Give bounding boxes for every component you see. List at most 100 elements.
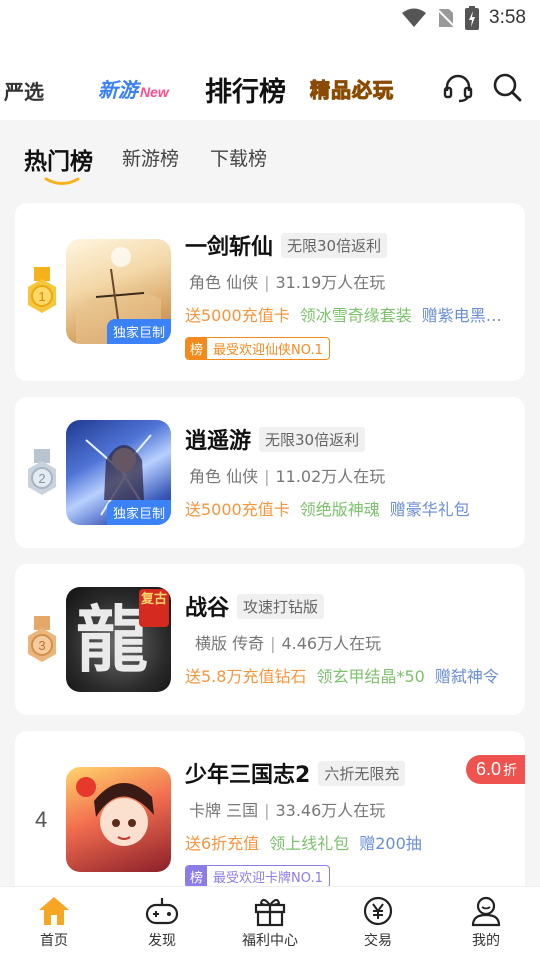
honor-text: 最受欢迎卡牌NO.1: [213, 871, 323, 886]
game-meta: 角色 仙侠 | 11.02万人在玩: [189, 463, 385, 487]
nav-xinyou[interactable]: 新游 New: [98, 74, 169, 103]
wifi-icon: [402, 8, 427, 27]
active-tab-indicator: [44, 177, 80, 185]
game-genre: 角色 仙侠: [189, 467, 259, 486]
perk-2: 领绝版神魂: [299, 500, 380, 519]
honor-key: 榜: [186, 338, 208, 359]
ranking-subtabs: 热门榜 新游榜 下载榜: [0, 120, 540, 200]
game-title-text: 一剑斩仙: [185, 235, 274, 260]
user-icon: [471, 896, 501, 927]
bottom-nav-profile[interactable]: 我的: [441, 895, 531, 950]
bottom-nav-label: 发现: [148, 933, 176, 949]
game-title: 少年三国志2 六折无限充: [185, 757, 406, 789]
perk-1: 送5000充值卡: [185, 306, 290, 325]
perk-1: 送5000充值卡: [185, 500, 290, 519]
game-players: 31.19万人在玩: [275, 273, 386, 292]
game-tag: 无限30倍返利: [281, 233, 388, 258]
game-icon-shaonian-sanguozhi2[interactable]: [66, 767, 171, 872]
battery-charging-icon: [465, 6, 480, 30]
bottom-nav-discover[interactable]: 发现: [117, 895, 207, 950]
gamepad-icon: [145, 898, 179, 925]
game-icon-zhangu[interactable]: 龍 复古: [66, 587, 171, 692]
game-tag: 无限30倍返利: [259, 427, 366, 452]
game-card[interactable]: 4 6.0 折 少年三国志2 六折无限充 卡牌 三国 | 33.46万人在玩 送6折充值…: [15, 731, 525, 901]
honor-badge: 榜最受欢迎卡牌NO.1: [185, 865, 330, 888]
discount-unit: 折: [503, 763, 517, 779]
honor-text: 最受欢迎仙侠NO.1: [213, 343, 323, 358]
search-icon[interactable]: [492, 72, 522, 102]
game-perks: 送5000充值卡 领绝版神魂 赠豪华礼包: [185, 496, 517, 520]
retro-badge: 复古: [139, 589, 169, 627]
game-card[interactable]: 1 独家巨制 一剑斩仙 无限30倍返利 角色 仙侠 | 31.19万人在玩 送5000…: [15, 203, 525, 381]
no-sim-icon: [437, 8, 456, 28]
perk-1: 送6折充值: [185, 834, 260, 853]
game-title: 逍遥游 无限30倍返利: [185, 423, 366, 455]
tab-new[interactable]: 新游榜: [122, 144, 179, 171]
meta-separator: |: [264, 273, 270, 292]
game-tag: 攻速打钻版: [237, 594, 325, 619]
game-meta: 卡牌 三国 | 33.46万人在玩: [189, 797, 385, 821]
rank-number: 2: [38, 471, 45, 486]
top-navigation: 严选 新游 New 排行榜 精品必玩: [0, 36, 540, 120]
yuan-coin-icon: [363, 896, 393, 926]
bottom-nav-label: 首页: [40, 933, 68, 949]
home-icon: [39, 897, 69, 925]
nav-jingpin[interactable]: 精品必玩: [310, 74, 394, 103]
game-perks: 送5.8万充值钻石 领玄甲结晶*50 赠弑神令: [185, 663, 517, 687]
exclusive-badge: 独家巨制: [106, 500, 171, 525]
game-tag: 六折无限充: [318, 761, 406, 786]
gold-medal-icon: 1: [28, 267, 56, 313]
tab-hot[interactable]: 热门榜: [24, 142, 93, 176]
perk-1: 送5.8万充值钻石: [185, 667, 307, 686]
honor-key: 榜: [186, 866, 208, 887]
bottom-nav-label: 福利中心: [242, 933, 298, 949]
game-title-text: 逍遥游: [185, 429, 252, 454]
nav-paihang[interactable]: 排行榜: [205, 70, 286, 109]
rank-number: 4: [35, 807, 48, 832]
bottom-nav-trade[interactable]: 交易: [333, 895, 423, 950]
game-genre: 卡牌 三国: [189, 801, 259, 820]
bottom-nav-label: 我的: [472, 933, 500, 949]
perk-3: 赠紫电黑…: [421, 306, 502, 325]
game-players: 11.02万人在玩: [275, 467, 386, 486]
game-artwork: [76, 777, 154, 846]
bottom-nav-home[interactable]: 首页: [9, 895, 99, 950]
gift-icon: [254, 899, 286, 927]
meta-separator: |: [264, 801, 270, 820]
bottom-nav-welfare[interactable]: 福利中心: [225, 895, 315, 950]
perk-3: 赠弑神令: [434, 667, 499, 686]
game-icon-yijianzhanxian[interactable]: 独家巨制: [66, 239, 171, 344]
game-perks: 送6折充值 领上线礼包 赠200抽: [185, 830, 517, 854]
headset-icon[interactable]: [442, 72, 474, 104]
game-genre: 横版 传奇: [195, 634, 265, 653]
tab-download[interactable]: 下载榜: [210, 144, 267, 171]
perk-2: 领上线礼包: [269, 834, 350, 853]
game-icon-xiaoyaoyou[interactable]: 独家巨制: [66, 420, 171, 525]
nav-yanxuan[interactable]: 严选: [4, 76, 44, 105]
discount-value: 6.0: [475, 759, 501, 779]
game-meta: 横版 传奇 | 4.46万人在玩: [195, 630, 381, 654]
bottom-navigation: 首页 发现 福利中心 交易 我的: [0, 886, 540, 960]
game-title-text: 战谷: [185, 596, 230, 621]
silver-medal-icon: 2: [28, 449, 56, 495]
game-card[interactable]: 3 龍 复古 战谷 攻速打钻版 横版 传奇 | 4.46万人在玩 送5.8万充值钻石领…: [15, 564, 525, 715]
game-genre: 角色 仙侠: [189, 273, 259, 292]
nav-xinyou-new: New: [140, 84, 169, 100]
perk-2: 领冰雪奇缘套装: [299, 306, 412, 325]
status-bar: 3:58: [0, 0, 540, 36]
meta-separator: |: [270, 634, 276, 653]
discount-badge: 6.0 折: [465, 755, 525, 784]
game-players: 33.46万人在玩: [275, 801, 386, 820]
game-icon-text: 龍: [76, 597, 149, 682]
meta-separator: |: [264, 467, 270, 486]
game-players: 4.46万人在玩: [281, 634, 382, 653]
nav-xinyou-label: 新游: [98, 78, 138, 102]
rank-number: 3: [38, 638, 45, 653]
bottom-nav-label: 交易: [364, 933, 392, 949]
bronze-medal-icon: 3: [28, 616, 56, 662]
perk-2: 领玄甲结晶*50: [316, 667, 425, 686]
game-card[interactable]: 2 独家巨制 逍遥游 无限30倍返利 角色 仙侠 | 11.02万人在玩 送5000充…: [15, 397, 525, 548]
game-title: 战谷 攻速打钻版: [185, 590, 325, 622]
honor-badge: 榜最受欢迎仙侠NO.1: [185, 337, 330, 360]
status-time: 3:58: [489, 7, 526, 28]
